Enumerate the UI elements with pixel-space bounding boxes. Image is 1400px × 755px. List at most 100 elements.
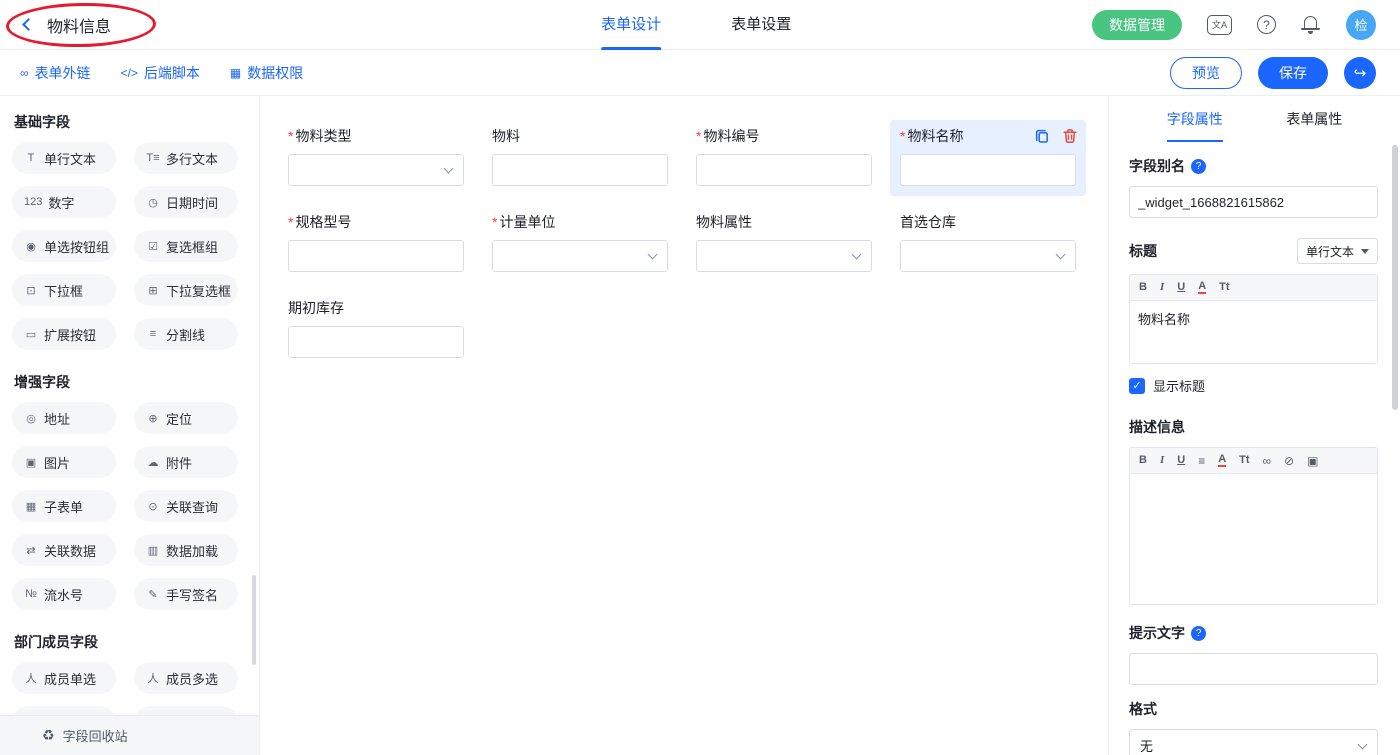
avatar[interactable]: 检	[1346, 10, 1376, 40]
props-tab-field-props[interactable]: 字段属性	[1167, 96, 1223, 142]
help-icon[interactable]: ?	[1257, 15, 1276, 34]
delete-icon[interactable]	[1062, 128, 1078, 144]
sidebar-item-label: 子表单	[44, 497, 83, 516]
canvas-field-material-code[interactable]: *物料编号	[686, 120, 882, 196]
bold-icon[interactable]: B	[1139, 282, 1147, 293]
sidebar-item-divider[interactable]: ≡分割线	[134, 318, 238, 350]
sidebar-item-linked-data[interactable]: ⇄关联数据	[12, 534, 116, 566]
canvas-field-spec-model[interactable]: *规格型号	[278, 206, 474, 282]
canvas-field-material-type[interactable]: *物料类型	[278, 120, 474, 196]
link-backend-script[interactable]: </>后端脚本	[121, 63, 200, 83]
header-tab-form-design[interactable]: 表单设计	[601, 0, 661, 50]
sidebar-item-hidden-partial-1[interactable]	[12, 706, 116, 715]
field-input[interactable]	[288, 326, 464, 358]
sidebar-section-grid: ◎地址 ⊕定位 ▣图片 ☁附件 ▦ 子表单 ⊙关联查询 ⇄关联数据 ▥数据加载 №流水号 ✎手写签名	[12, 402, 247, 610]
sidebar-item-dropdown-multi[interactable]: ⊞下拉复选框	[134, 274, 238, 306]
font-size-icon[interactable]: Tt	[1219, 282, 1229, 293]
bold-icon[interactable]: B	[1139, 455, 1147, 466]
share-button[interactable]: ↪	[1344, 57, 1376, 89]
field-input[interactable]	[900, 154, 1076, 186]
copy-icon[interactable]	[1034, 128, 1050, 144]
page-scrollbar[interactable]	[1392, 145, 1398, 410]
italic-icon[interactable]: I	[1160, 282, 1164, 293]
sidebar-item-handwritten-signature[interactable]: ✎手写签名	[134, 578, 238, 610]
canvas-field-preferred-warehouse[interactable]: 首选仓库	[890, 206, 1086, 282]
field-label-text: 规格型号	[295, 212, 351, 232]
form-external-link-label: 表单外链	[35, 63, 91, 83]
sidebar-item-checkbox-group[interactable]: ☑复选框组	[134, 230, 238, 262]
image-icon[interactable]: ▣	[1307, 455, 1318, 467]
required-asterisk: *	[900, 128, 905, 144]
sidebar-item-member-multi[interactable]: 人成员多选	[134, 662, 238, 694]
description-editor-body[interactable]	[1130, 474, 1377, 604]
link-form-external-link[interactable]: ∞表单外链	[20, 63, 91, 83]
sidebar-item-attachment[interactable]: ☁附件	[134, 446, 238, 478]
canvas-field-opening-stock[interactable]: 期初库存	[278, 292, 474, 368]
back-button[interactable]	[20, 16, 37, 33]
sidebar-item-hidden-partial-2[interactable]	[134, 706, 238, 715]
checkbox-checked-icon[interactable]: ✓	[1129, 378, 1145, 394]
sidebar-item-location[interactable]: ⊕定位	[134, 402, 238, 434]
sidebar-item-extend-button[interactable]: ▭扩展按钮	[12, 318, 116, 350]
sidebar-item-address[interactable]: ◎地址	[12, 402, 116, 434]
field-input[interactable]	[288, 240, 464, 272]
underline-icon[interactable]: U	[1177, 282, 1185, 293]
field-label-text: 物料属性	[696, 212, 752, 232]
sidebar-item-label: 图片	[44, 453, 70, 472]
sidebar-item-single-line-text[interactable]: T单行文本	[12, 142, 116, 174]
sidebar-item-dropdown[interactable]: ⊡下拉框	[12, 274, 116, 306]
format-select[interactable]: 无	[1129, 729, 1378, 755]
field-select[interactable]	[492, 240, 668, 272]
font-size-icon[interactable]: Tt	[1239, 455, 1249, 466]
sidebar-item-subform[interactable]: ▦ 子表单	[12, 490, 116, 522]
field-alias-input[interactable]	[1129, 186, 1378, 218]
preview-button[interactable]: 预览	[1170, 57, 1242, 89]
hint-help-icon[interactable]: ?	[1191, 626, 1206, 641]
canvas-field-measure-unit[interactable]: *计量单位	[482, 206, 678, 282]
translate-icon[interactable]: 文A	[1207, 15, 1232, 35]
sidebar-item-label: 日期时间	[166, 193, 218, 212]
required-asterisk: *	[288, 214, 293, 230]
show-title-checkbox-row[interactable]: ✓ 显示标题	[1129, 376, 1378, 395]
font-color-icon[interactable]: A	[1218, 454, 1226, 467]
sidebar-item-linked-query[interactable]: ⊙关联查询	[134, 490, 238, 522]
sidebar-item-radio-group[interactable]: ◉单选按钮组	[12, 230, 116, 262]
title-type-select[interactable]: 单行文本	[1297, 238, 1378, 264]
field-label-row: *物料编号	[696, 126, 872, 146]
canvas-field-material-name[interactable]: *物料名称	[890, 120, 1086, 196]
underline-icon[interactable]: U	[1177, 455, 1185, 466]
props-tab-form-props[interactable]: 表单属性	[1286, 96, 1342, 142]
save-button[interactable]: 保存	[1258, 57, 1328, 89]
link-data-permission[interactable]: ▦数据权限	[230, 63, 303, 83]
sidebar-item-multi-line-text[interactable]: T≡多行文本	[134, 142, 238, 174]
field-input[interactable]	[696, 154, 872, 186]
notification-bell-icon[interactable]	[1301, 14, 1321, 36]
field-select[interactable]	[900, 240, 1076, 272]
sidebar-scrollbar[interactable]	[252, 575, 256, 665]
sidebar-item-datetime[interactable]: ◷日期时间	[134, 186, 238, 218]
data-manage-button[interactable]: 数据管理	[1092, 10, 1182, 40]
canvas-field-material-attribute[interactable]: 物料属性	[686, 206, 882, 282]
font-color-icon[interactable]: A	[1198, 281, 1206, 294]
field-select[interactable]	[696, 240, 872, 272]
italic-icon[interactable]: I	[1160, 455, 1164, 466]
sidebar-item-image[interactable]: ▣图片	[12, 446, 116, 478]
sidebar-item-label: 复选框组	[166, 237, 218, 256]
sidebar-item-number[interactable]: 123数字	[12, 186, 116, 218]
title-editor-body[interactable]: 物料名称	[1130, 301, 1377, 363]
unlink-icon[interactable]: ⊘	[1284, 455, 1294, 467]
field-input[interactable]	[492, 154, 668, 186]
field-label-text: 物料	[492, 126, 520, 146]
header-tab-form-settings[interactable]: 表单设置	[731, 0, 791, 50]
subform-icon: ▦	[24, 500, 38, 513]
hint-text-input[interactable]	[1129, 653, 1378, 685]
field-recycle-bin[interactable]: ♻ 字段回收站	[0, 715, 259, 755]
sidebar-item-serial-number[interactable]: №流水号	[12, 578, 116, 610]
field-select[interactable]	[288, 154, 464, 186]
link-icon[interactable]: ∞	[1263, 455, 1272, 467]
canvas-field-material[interactable]: 物料	[482, 120, 678, 196]
field-alias-help-icon[interactable]: ?	[1191, 159, 1206, 174]
align-icon[interactable]: ≡	[1198, 455, 1205, 467]
sidebar-item-data-load[interactable]: ▥数据加载	[134, 534, 238, 566]
sidebar-item-member-single[interactable]: 人成员单选	[12, 662, 116, 694]
